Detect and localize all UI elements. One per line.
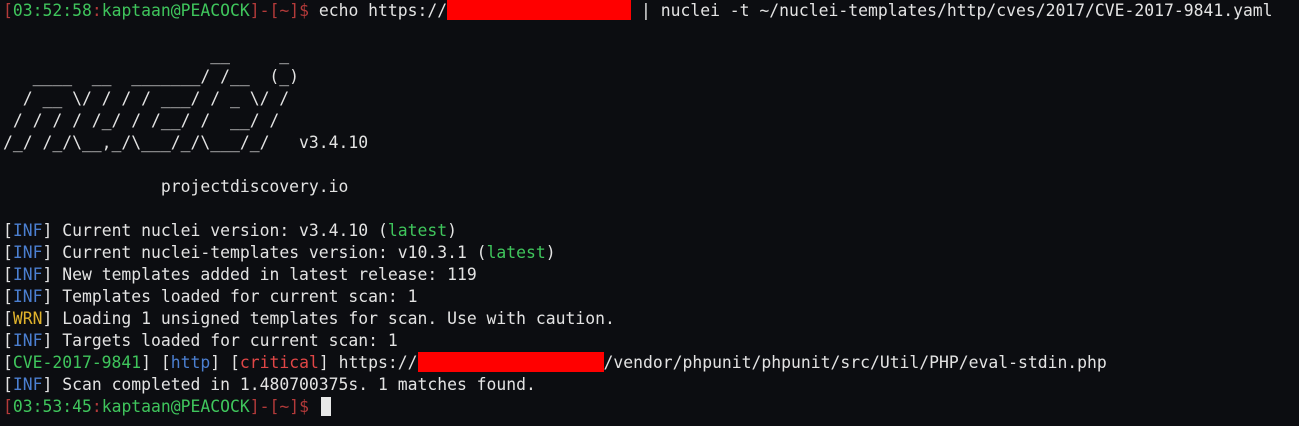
log-tag-inf: INF [12,375,43,394]
prompt-dollar: $ [299,1,309,20]
finding-severity: critical [239,353,319,372]
log-line: [INF] Templates loaded for current scan:… [3,287,418,306]
log-tag-inf: INF [12,243,43,262]
log-line: [INF] Current nuclei version: v3.4.10 (l… [3,221,457,240]
log-highlight-latest: latest [387,221,448,240]
finding-url-path: /vendor/phpunit/phpunit/src/Util/PHP/eva… [603,353,1107,372]
log-text: New templates added in latest release: 1… [52,265,477,284]
redacted-url-block [447,0,632,20]
command-line-2[interactable]: [03:53:45:kaptaan@PEACOCK]-[~]$ [3,396,1299,418]
log-line: [INF] New templates added in latest rele… [3,265,477,284]
log-text: Targets loaded for current scan: 1 [52,331,398,350]
log-text: Loading 1 unsigned templates for scan. U… [52,309,615,328]
redacted-host-block [417,352,604,372]
prompt-bracket-close: ] [249,397,260,416]
banner-line: / __ \/ / / / ___/ / _ \/ / [3,89,290,108]
prompt-bracket-open: [ [3,397,13,416]
prompt-bracket-close: ] [249,1,260,20]
prompt-user-host: kaptaan@PEACOCK [101,1,250,20]
log-text: Current nuclei version: v3.4.10 ( [52,221,388,240]
log-tag-inf: INF [12,331,43,350]
log-tag-inf: INF [12,287,43,306]
log-tail: ) [545,243,556,262]
log-text: Templates loaded for current scan: 1 [52,287,418,306]
log-tag-inf: INF [12,265,43,284]
log-tag-wrn: WRN [12,309,43,328]
terminal-window[interactable]: [03:52:58:kaptaan@PEACOCK]-[~]$ echo htt… [0,0,1299,426]
command-text-after: | nuclei -t ~/nuclei-templates/http/cves… [631,1,1273,20]
finding-protocol: http [170,353,211,372]
log-text: Scan completed in 1.480700375s. 1 matche… [52,375,536,394]
prompt-bracket-open: [ [3,1,13,20]
command-line-1: [03:52:58:kaptaan@PEACOCK]-[~]$ echo htt… [3,0,1299,22]
log-line: [INF] Current nuclei-templates version: … [3,243,556,262]
prompt-dash: - [259,1,270,20]
log-line: [INF] Targets loaded for current scan: 1 [3,331,398,350]
banner-line: / / / / /_/ / /__/ / __/ / [3,111,280,130]
prompt-colon: : [91,397,102,416]
prompt-dash: - [259,397,270,416]
finding-url-before: https:// [328,353,418,372]
nuclei-banner: __ _ ____ __ _______/ /__ (_) / __ \/ / … [3,44,1299,220]
log-tail: ) [447,221,457,240]
banner-site: projectdiscovery.io [3,177,349,196]
log-line-done: [INF] Scan completed in 1.480700375s. 1 … [3,375,536,394]
prompt-dir: [~] [269,397,300,416]
prompt-user-host: kaptaan@PEACOCK [101,397,250,416]
prompt-dollar: $ [299,397,309,416]
log-highlight-latest: latest [486,243,546,262]
banner-line-version: /_/ /_/\__,_/\___/_/\___/_/ v3.4.10 [3,133,369,152]
log-tag-inf: INF [12,221,43,240]
log-line-warning: [WRN] Loading 1 unsigned templates for s… [3,309,615,328]
prompt-time: 03:52:58 [12,1,92,20]
banner-line: ____ __ _______/ /__ (_) [3,67,300,86]
finding-template-id: CVE-2017-9841 [12,353,142,372]
text-cursor[interactable] [320,397,331,416]
banner-line: __ _ [3,45,290,64]
prompt-colon: : [91,1,102,20]
prompt-time: 03:53:45 [12,397,92,416]
command-text-before: echo https:// [308,1,448,20]
prompt-dir: [~] [269,1,300,20]
log-text: Current nuclei-templates version: v10.3.… [52,243,487,262]
finding-line: [CVE-2017-9841] [http] [critical] https:… [3,352,1107,372]
